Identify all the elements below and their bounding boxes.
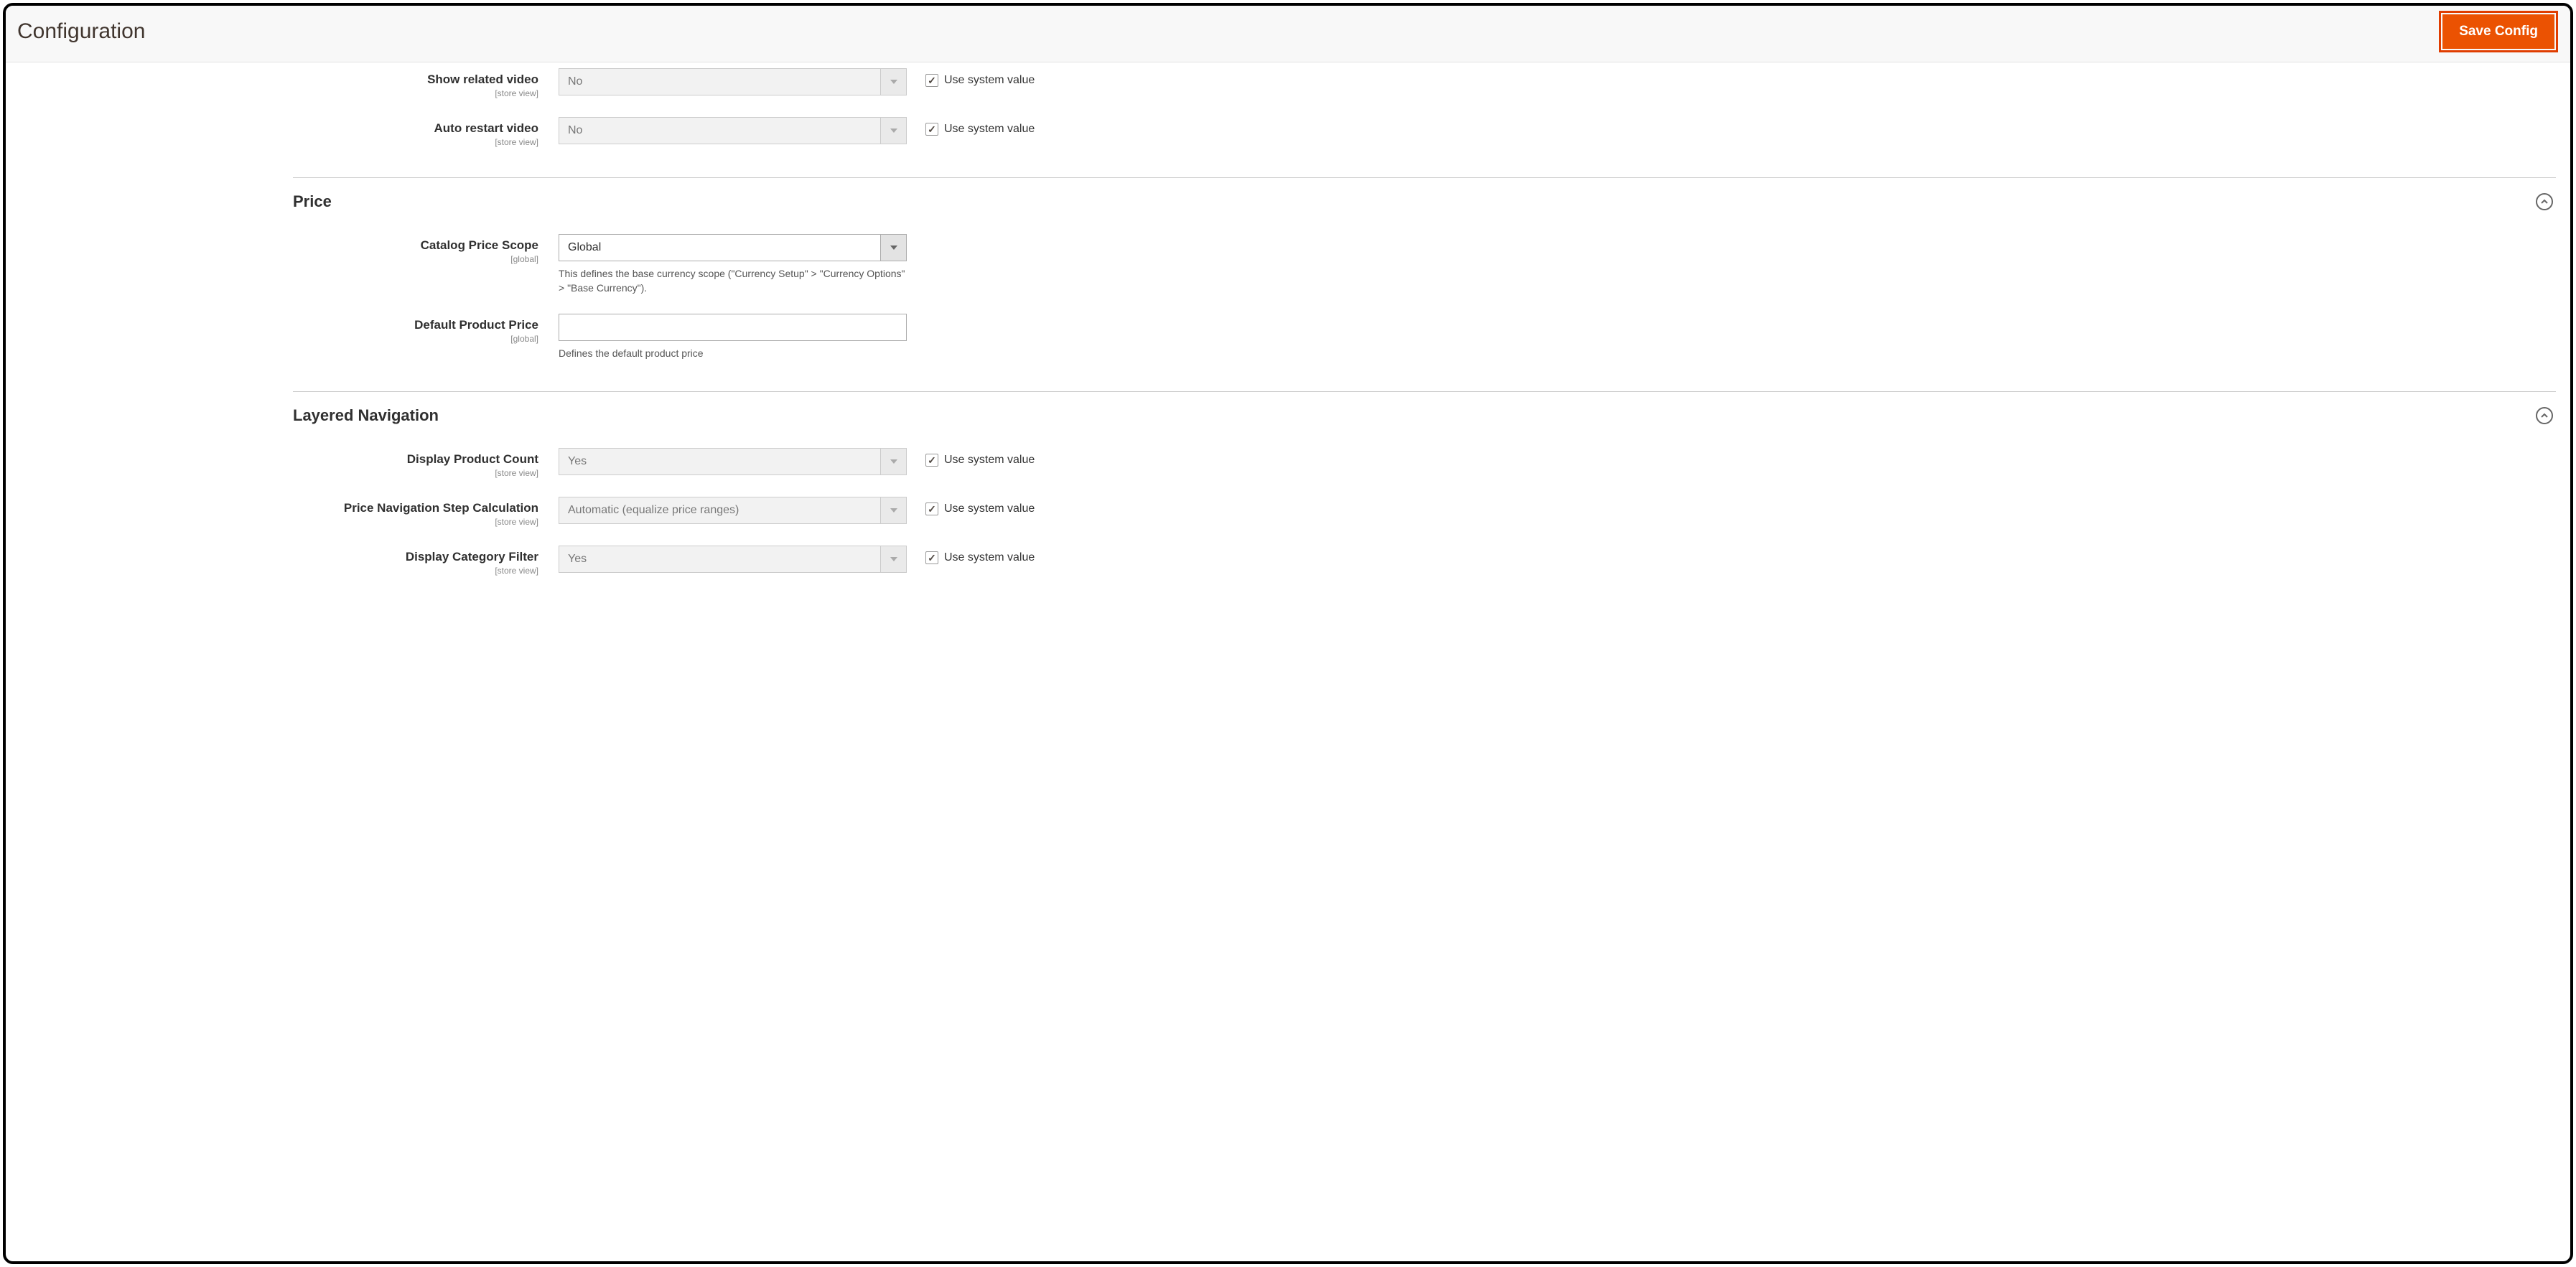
select-value-show-related-video: No: [559, 75, 880, 88]
chevron-down-icon: [880, 235, 906, 261]
checkbox-label-use-system-auto-restart[interactable]: Use system value: [944, 123, 1035, 136]
select-value-display-category-filter: Yes: [559, 553, 880, 566]
select-catalog-price-scope[interactable]: Global: [559, 234, 907, 261]
section-heading-layered-nav: Layered Navigation: [293, 406, 439, 425]
scope-price-nav-step-calc: [store view]: [293, 517, 538, 527]
label-catalog-price-scope: Catalog Price Scope: [421, 238, 538, 252]
chevron-down-icon: [880, 497, 906, 523]
field-default-product-price: Default Product Price [global] Defines t…: [293, 308, 2556, 374]
page-header: Configuration Save Config: [6, 6, 2570, 62]
chevron-up-icon: [2536, 407, 2553, 424]
label-default-product-price: Default Product Price: [414, 318, 538, 332]
field-display-category-filter: Display Category Filter [store view] Yes…: [293, 540, 2556, 589]
label-display-category-filter: Display Category Filter: [406, 550, 538, 564]
page-title: Configuration: [17, 19, 145, 44]
checkbox-use-system-display-category-filter[interactable]: [925, 551, 938, 564]
select-price-nav-step-calc: Automatic (equalize price ranges): [559, 497, 907, 524]
checkbox-label-use-system-step-calc[interactable]: Use system value: [944, 502, 1035, 515]
checkbox-label-use-system-display-category-filter[interactable]: Use system value: [944, 551, 1035, 564]
field-price-nav-step-calc: Price Navigation Step Calculation [store…: [293, 491, 2556, 540]
chevron-up-icon: [2536, 193, 2553, 210]
label-display-product-count: Display Product Count: [407, 452, 538, 466]
checkbox-use-system-auto-restart[interactable]: [925, 123, 938, 136]
select-value-display-product-count: Yes: [559, 455, 880, 468]
checkbox-label-use-system-display-count[interactable]: Use system value: [944, 454, 1035, 467]
config-content: Show related video [store view] No Use s…: [6, 62, 2570, 1261]
checkbox-use-system-step-calc[interactable]: [925, 502, 938, 515]
scope-display-category-filter: [store view]: [293, 566, 538, 576]
select-display-category-filter: Yes: [559, 546, 907, 573]
save-config-button[interactable]: Save Config: [2442, 14, 2554, 49]
checkbox-label-use-system-show-related[interactable]: Use system value: [944, 74, 1035, 87]
scope-show-related-video: [store view]: [293, 88, 538, 98]
note-default-product-price: Defines the default product price: [559, 347, 907, 361]
label-price-nav-step-calc: Price Navigation Step Calculation: [344, 501, 538, 515]
scope-display-product-count: [store view]: [293, 468, 538, 478]
scope-default-product-price: [global]: [293, 334, 538, 344]
select-auto-restart-video: No: [559, 117, 907, 144]
scope-auto-restart-video: [store view]: [293, 137, 538, 147]
label-auto-restart-video: Auto restart video: [434, 121, 538, 135]
select-value-auto-restart-video: No: [559, 124, 880, 137]
section-heading-price: Price: [293, 192, 332, 211]
section-toggle-price[interactable]: Price: [293, 178, 2556, 228]
checkbox-use-system-show-related[interactable]: [925, 74, 938, 87]
field-auto-restart-video: Auto restart video [store view] No Use s…: [293, 111, 2556, 160]
chevron-down-icon: [880, 69, 906, 95]
input-default-product-price[interactable]: [559, 314, 907, 341]
field-display-product-count: Display Product Count [store view] Yes U…: [293, 442, 2556, 491]
chevron-down-icon: [880, 118, 906, 144]
section-toggle-layered-nav[interactable]: Layered Navigation: [293, 392, 2556, 442]
field-catalog-price-scope: Catalog Price Scope [global] Global This…: [293, 228, 2556, 308]
chevron-down-icon: [880, 546, 906, 572]
label-show-related-video: Show related video: [427, 73, 538, 86]
scope-catalog-price-scope: [global]: [293, 254, 538, 264]
select-show-related-video: No: [559, 68, 907, 95]
checkbox-use-system-display-count[interactable]: [925, 454, 938, 467]
select-display-product-count: Yes: [559, 448, 907, 475]
note-catalog-price-scope: This defines the base currency scope ("C…: [559, 267, 907, 295]
chevron-down-icon: [880, 449, 906, 474]
select-value-catalog-price-scope: Global: [559, 241, 880, 254]
field-show-related-video: Show related video [store view] No Use s…: [293, 62, 2556, 111]
select-value-price-nav-step-calc: Automatic (equalize price ranges): [559, 504, 880, 517]
